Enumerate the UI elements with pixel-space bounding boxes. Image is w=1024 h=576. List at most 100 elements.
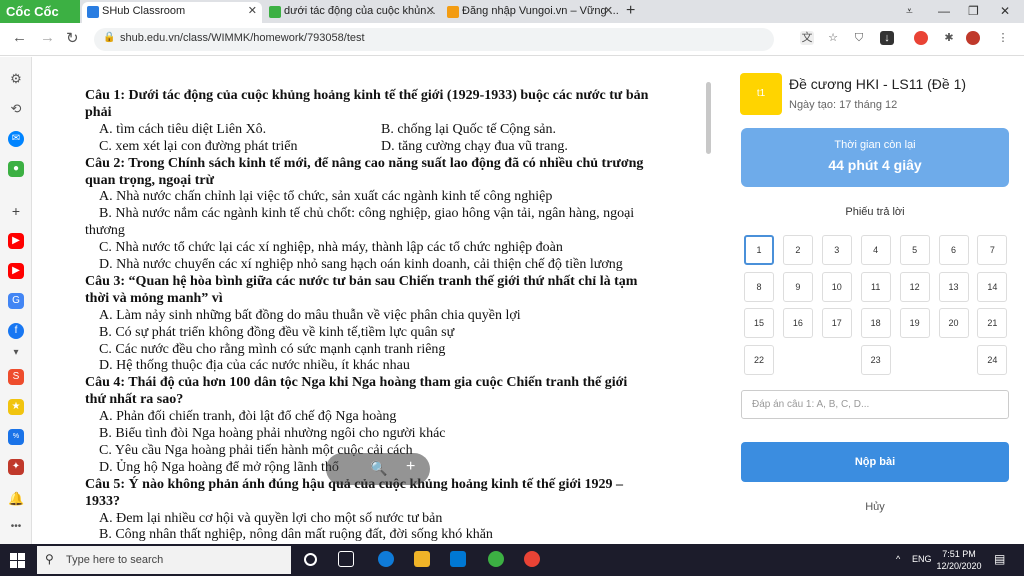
tab-search-result[interactable]: dưới tác động của cuộc khủn... ✕	[264, 2, 440, 23]
tab-title: Đăng nhập Vungoi.vn – Vững ...	[462, 5, 618, 17]
answer-cell[interactable]: 8	[744, 271, 774, 302]
answer-option: A. Phản đối chiến tranh, đòi lật đổ chế …	[99, 409, 397, 425]
zoom-in-icon[interactable]: +	[406, 458, 415, 476]
shield-icon[interactable]: ⛉	[852, 31, 866, 45]
close-tab-icon[interactable]: ✕	[604, 2, 613, 21]
store-icon[interactable]	[450, 551, 466, 567]
close-window-icon[interactable]: ✕	[1000, 0, 1010, 22]
facebook-icon[interactable]: f	[8, 323, 24, 339]
answer-sheet-title: Phiếu trả lời	[845, 206, 905, 218]
shopee-icon[interactable]: S	[8, 369, 24, 385]
vungoi-favicon-icon	[447, 6, 459, 18]
clock-time: 7:51 PM	[942, 549, 976, 559]
download-icon[interactable]: ↓	[880, 31, 894, 45]
submit-button[interactable]: Nộp bài	[741, 442, 1009, 482]
answer-cell[interactable]: 23	[860, 344, 891, 375]
answer-cell[interactable]: 15	[744, 308, 774, 338]
answer-cell[interactable]: 16	[782, 308, 813, 338]
youtube-icon[interactable]: ▶	[8, 233, 24, 249]
answer-option: B. chống lại Quốc tế Cộng sản.	[381, 121, 556, 137]
address-bar[interactable]: 🔒 shub.edu.vn/class/WIMMK/homework/79305…	[94, 28, 774, 51]
task-view-icon[interactable]	[338, 551, 354, 567]
tab-vungoi[interactable]: Đăng nhập Vungoi.vn – Vững ... ✕	[442, 2, 618, 23]
sale-app-icon[interactable]: %	[8, 429, 24, 445]
answer-cell[interactable]: 1	[744, 235, 774, 265]
lock-icon: 🔒	[103, 32, 116, 43]
more-icon[interactable]: •••	[8, 519, 24, 535]
coccoc-favicon-icon	[269, 6, 281, 18]
translate-app-icon[interactable]: G	[8, 293, 24, 309]
tray-chevron-icon[interactable]: ^	[896, 554, 900, 564]
youtube-icon[interactable]: ▶	[8, 263, 24, 279]
assignment-title: Đề cương HKI - LS11 (Đề 1)	[789, 76, 967, 92]
chevron-down-icon[interactable]: ▾	[8, 345, 24, 361]
answer-cell[interactable]: 11	[860, 271, 891, 302]
answer-cell[interactable]: 3	[821, 235, 852, 265]
add-sidebar-icon[interactable]: +	[8, 203, 24, 219]
tab-shub-classroom[interactable]: SHub Classroom ✕	[82, 2, 262, 23]
history-icon[interactable]: ⟲	[8, 101, 24, 117]
answer-cell[interactable]: 17	[821, 308, 852, 338]
notification-bell-icon[interactable]: 🔔	[8, 491, 24, 507]
cancel-button[interactable]: Hủy	[720, 501, 1024, 513]
answer-cell[interactable]: 21	[977, 308, 1008, 338]
minimize-icon[interactable]: —	[938, 0, 950, 22]
document-scrollbar[interactable]	[706, 82, 711, 154]
tab-search-icon[interactable]: ⩡	[906, 0, 913, 22]
answer-input[interactable]: Đáp án câu 1: A, B, C, D...	[741, 390, 1009, 419]
answer-cell[interactable]: 20	[938, 308, 969, 338]
file-explorer-icon[interactable]	[414, 551, 430, 567]
question-text: thời và mỏng manh” vì	[85, 290, 223, 306]
answer-cell[interactable]: 14	[977, 271, 1008, 302]
windows-start-icon[interactable]	[10, 553, 25, 568]
close-tab-icon[interactable]: ✕	[248, 2, 257, 21]
close-tab-icon[interactable]: ✕	[426, 2, 435, 21]
messenger-icon[interactable]: ✉	[8, 131, 24, 147]
shop-app-icon[interactable]: ✦	[8, 459, 24, 475]
extension-colorful-icon[interactable]	[914, 31, 928, 45]
language-indicator[interactable]: ENG	[912, 554, 932, 564]
answer-cell[interactable]: 10	[821, 271, 852, 302]
answer-cell[interactable]: 12	[899, 271, 930, 302]
maximize-icon[interactable]: ❐	[968, 0, 979, 22]
answer-option: D. tăng cường chạy đua vũ trang.	[381, 138, 568, 154]
taskbar-clock[interactable]: 7:51 PM 12/20/2020	[934, 548, 984, 572]
taskbar-search[interactable]: ⚲ Type here to search	[37, 546, 291, 574]
cortana-icon[interactable]	[304, 553, 317, 566]
edge-icon[interactable]	[378, 551, 394, 567]
answer-cell[interactable]: 19	[899, 308, 930, 338]
answer-cell[interactable]: 18	[860, 308, 891, 338]
answer-cell[interactable]: 24	[977, 344, 1008, 375]
translate-icon[interactable]: 文	[800, 31, 814, 45]
action-center-icon[interactable]: ▤	[994, 552, 1005, 566]
answer-cell[interactable]: 4	[860, 235, 891, 265]
answer-cell[interactable]: 6	[938, 235, 969, 265]
back-icon[interactable]: ←	[12, 29, 27, 46]
extensions-puzzle-icon[interactable]: ✱	[942, 31, 956, 45]
coccoc-taskbar-icon[interactable]	[488, 551, 504, 567]
game-icon[interactable]: ●	[8, 161, 24, 177]
forward-icon[interactable]: →	[40, 29, 55, 46]
answer-option: A. Nhà nước chấn chỉnh lại việc tổ chức,…	[99, 189, 553, 205]
reload-icon[interactable]: ↻	[66, 29, 79, 47]
chrome-icon[interactable]	[524, 551, 540, 567]
answer-cell[interactable]: 22	[744, 344, 774, 375]
new-tab-icon[interactable]: +	[626, 0, 635, 22]
settings-gear-icon[interactable]: ⚙	[8, 71, 24, 87]
game-app-icon[interactable]: ★	[8, 399, 24, 415]
search-placeholder: Type here to search	[66, 554, 164, 566]
answer-cell[interactable]: 7	[977, 235, 1008, 265]
answer-cell[interactable]: 9	[782, 271, 813, 302]
answer-cell[interactable]: 5	[899, 235, 930, 265]
answer-option: A. tìm cách tiêu diệt Liên Xô.	[99, 121, 267, 137]
zoom-icon[interactable]: 🔍	[370, 460, 387, 477]
answer-cell[interactable]: 2	[782, 235, 813, 265]
menu-kebab-icon[interactable]: ⋮	[996, 31, 1010, 45]
assignment-icon: t1	[740, 73, 782, 115]
answer-panel: t1 Đề cương HKI - LS11 (Đề 1) Ngày tạo: …	[720, 57, 1024, 544]
answer-option: B. Công nhân thất nghiệp, nông dân mất r…	[99, 527, 493, 543]
profile-avatar-icon[interactable]	[966, 31, 980, 45]
answer-cell[interactable]: 13	[938, 271, 969, 302]
coccoc-logo[interactable]: Cốc Cốc	[0, 0, 80, 23]
bookmark-star-icon[interactable]: ☆	[826, 31, 840, 45]
